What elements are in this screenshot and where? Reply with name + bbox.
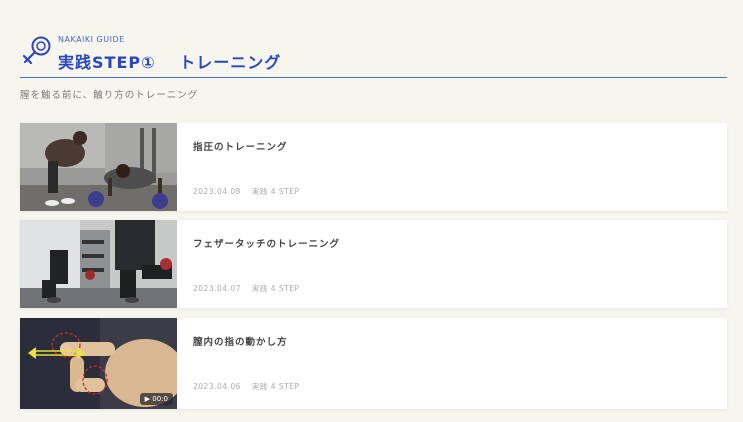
article-title[interactable]: 指圧のトレーニング <box>193 139 288 153</box>
article-meta: 2023.04.06 実践 4 STEP <box>193 381 300 392</box>
kettlebell-training-photo-icon <box>20 123 177 211</box>
article-meta: 2023.04.07 実践 4 STEP <box>193 283 300 294</box>
page-subtitle: 膣を触る前に、触り方のトレーニング <box>20 90 199 101</box>
title-divider <box>20 77 727 78</box>
video-duration-badge[interactable]: ▶ 00:0 <box>139 393 173 405</box>
article-category[interactable]: 実践 4 STEP <box>252 284 300 293</box>
article-card[interactable]: フェザータッチのトレーニング 2023.04.07 実践 4 STEP <box>20 220 727 308</box>
page-header: NAKAIKI GUIDE 実践STEP① トレーニング <box>20 34 727 78</box>
lunge-training-photo-icon <box>20 220 177 308</box>
article-date: 2023.04.07 <box>193 284 241 293</box>
nakaiki-logo-icon <box>22 36 51 65</box>
page-title: 実践STEP① トレーニング <box>58 53 282 72</box>
article-thumbnail[interactable] <box>20 220 177 308</box>
guide-label: NAKAIKI GUIDE <box>58 35 125 44</box>
article-title[interactable]: 膣内の指の動かし方 <box>193 334 288 348</box>
video-duration: 00:0 <box>152 395 168 403</box>
article-meta: 2023.04.08 実践 4 STEP <box>193 186 300 197</box>
article-date: 2023.04.06 <box>193 382 241 391</box>
article-thumbnail[interactable] <box>20 123 177 211</box>
article-thumbnail[interactable]: ▶ 00:0 <box>20 318 177 409</box>
article-category[interactable]: 実践 4 STEP <box>252 382 300 391</box>
article-card[interactable]: ▶ 00:0 膣内の指の動かし方 2023.04.06 実践 4 STEP <box>20 318 727 409</box>
article-date: 2023.04.08 <box>193 187 241 196</box>
article-card[interactable]: 指圧のトレーニング 2023.04.08 実践 4 STEP <box>20 123 727 211</box>
article-title[interactable]: フェザータッチのトレーニング <box>193 236 340 250</box>
article-category[interactable]: 実践 4 STEP <box>252 187 300 196</box>
